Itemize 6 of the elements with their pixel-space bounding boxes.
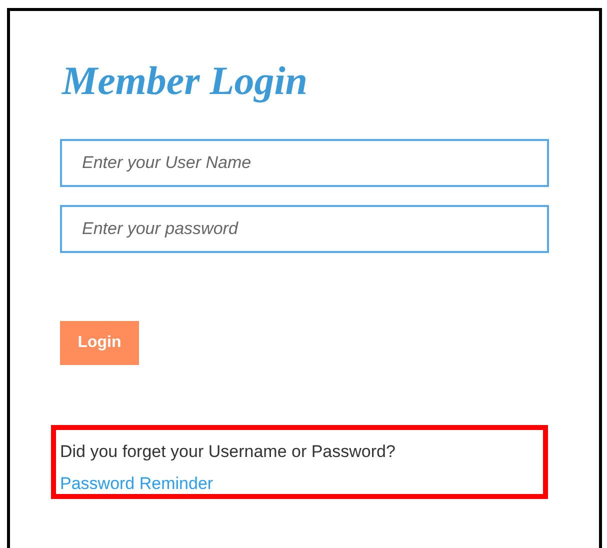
reminder-text: Did you forget your Username or Password? Password Reminder <box>60 441 396 495</box>
login-button[interactable]: Login <box>60 321 139 365</box>
input-field[interactable]: Enter your User Name <box>60 139 549 187</box>
page-title: Member Login <box>62 57 308 105</box>
input-field[interactable]: Enter your password <box>60 205 549 253</box>
password-reminder-link[interactable]: Password Reminder <box>60 474 214 493</box>
